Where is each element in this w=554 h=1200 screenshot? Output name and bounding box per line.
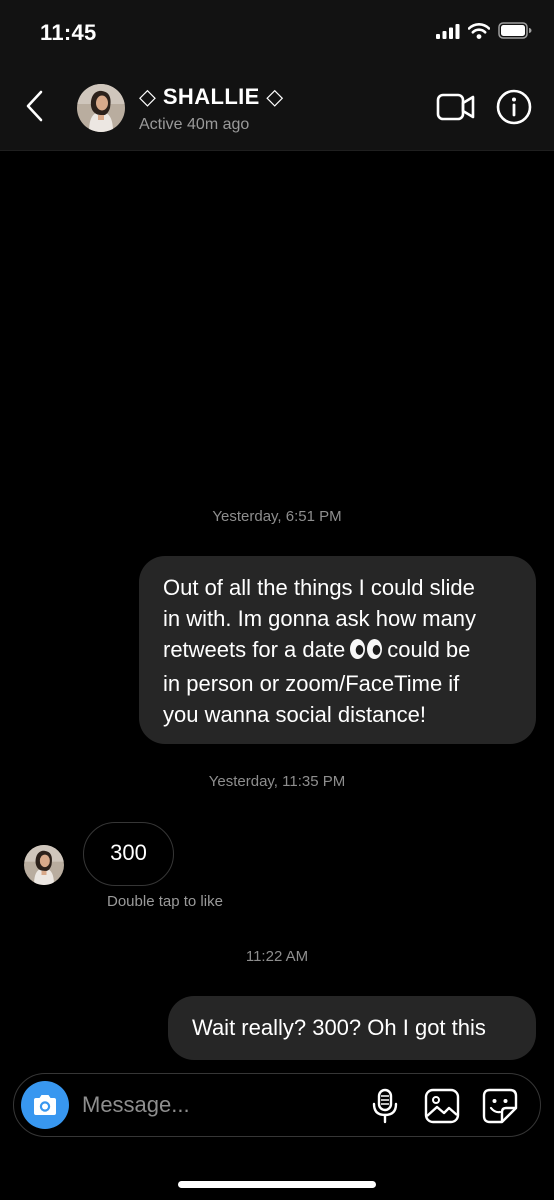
sent-message-bubble[interactable]: Out of all the things I could slide in w…	[139, 556, 536, 744]
status-icons	[436, 22, 532, 39]
battery-icon	[498, 22, 532, 39]
camera-icon	[34, 1095, 56, 1115]
microphone-icon	[372, 1088, 398, 1124]
double-tap-hint: Double tap to like	[107, 893, 223, 910]
message-input[interactable]	[82, 1088, 352, 1122]
message-timestamp: Yesterday, 6:51 PM	[212, 508, 342, 525]
message-line: in person or zoom/FaceTime if	[163, 671, 460, 696]
message-line-with-emoji: retweets for a date could be	[163, 634, 512, 668]
info-icon	[496, 89, 532, 125]
video-call-button[interactable]	[436, 92, 476, 122]
gallery-icon	[424, 1088, 460, 1124]
received-message-bubble[interactable]: 300	[83, 822, 174, 886]
chat-header: ◇ SHALLIE ◇ Active 40m ago	[0, 62, 554, 151]
contact-activity-status: Active 40m ago	[139, 116, 250, 133]
voice-message-button[interactable]	[370, 1088, 400, 1124]
message-line: in with. Im gonna ask how many	[163, 606, 477, 631]
wifi-icon	[468, 22, 490, 39]
chevron-left-icon	[26, 90, 43, 122]
message-line: you wanna social distance!	[163, 702, 426, 727]
message-timestamp: 11:22 AM	[245, 948, 309, 965]
video-camera-icon	[436, 93, 475, 121]
home-indicator[interactable]	[178, 1181, 376, 1188]
back-button[interactable]	[22, 88, 48, 124]
message-timestamp: Yesterday, 11:35 PM	[208, 773, 346, 790]
sent-message-bubble[interactable]: Wait really? 300? Oh I got this	[168, 996, 536, 1060]
message-composer	[13, 1073, 541, 1137]
contact-avatar[interactable]	[77, 84, 125, 132]
contact-name[interactable]: ◇ SHALLIE ◇	[139, 84, 284, 110]
info-button[interactable]	[496, 89, 532, 125]
status-bar: 11:45	[0, 0, 554, 62]
gallery-button[interactable]	[424, 1088, 460, 1124]
eyes-emoji	[349, 637, 383, 668]
camera-button[interactable]	[21, 1081, 69, 1129]
status-time: 11:45	[40, 20, 97, 45]
message-text: could be	[387, 637, 471, 662]
sender-avatar[interactable]	[24, 845, 64, 885]
cellular-signal-icon	[436, 23, 460, 39]
message-line: Out of all the things I could slide	[163, 575, 475, 600]
sticker-button[interactable]	[482, 1088, 518, 1124]
sticker-icon	[482, 1088, 518, 1124]
message-text: retweets for a date	[163, 637, 346, 662]
